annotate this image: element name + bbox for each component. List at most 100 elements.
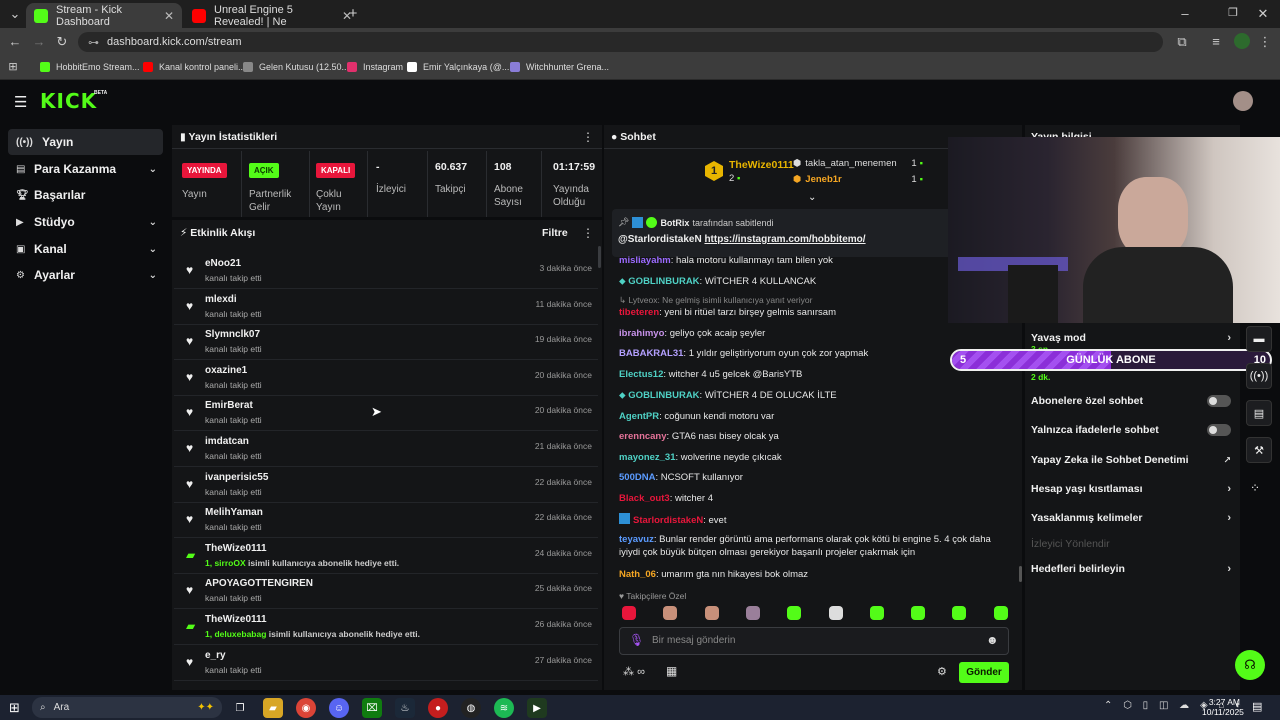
- bookmark-item[interactable]: Kanal kontrol paneli...: [143, 60, 246, 74]
- chat-username[interactable]: 500DNA: [619, 472, 655, 483]
- kick-emote-icon[interactable]: [993, 606, 1008, 620]
- close-icon[interactable]: ✕: [164, 9, 174, 23]
- chat-username[interactable]: Electus12: [619, 369, 663, 380]
- feed-username[interactable]: e_ry: [205, 650, 226, 661]
- kick-emote-icon[interactable]: [952, 606, 967, 620]
- steam-icon[interactable]: ♨: [395, 698, 415, 718]
- bookmark-item[interactable]: HobbitEmo Stream...: [40, 60, 140, 74]
- apps-grid-icon[interactable]: ⊞: [4, 60, 22, 73]
- sidebar-item-kanal[interactable]: ▣ Kanal ⌄: [8, 236, 163, 262]
- sidebar-item-para-kazanma[interactable]: ▤ Para Kazanma ⌄: [8, 156, 163, 182]
- chat-username[interactable]: GOBLINBURAK: [628, 276, 699, 287]
- cat-emote-icon[interactable]: [745, 606, 760, 620]
- face-emote-icon[interactable]: [663, 606, 678, 620]
- feed-username[interactable]: EmirBerat: [205, 400, 253, 411]
- pinned-link[interactable]: https://instagram.com/hobbitemo/: [704, 234, 865, 245]
- banned-words-row[interactable]: Yasaklanmış kelimeler ›: [1031, 510, 1231, 526]
- extensions-icon[interactable]: ⧉: [1173, 34, 1191, 50]
- emoji-icon[interactable]: ☻: [986, 633, 999, 647]
- store-icon[interactable]: ▦: [666, 664, 677, 678]
- sidebar-item-ayarlar[interactable]: ⚙ Ayarlar ⌄: [8, 262, 163, 288]
- chat-username[interactable]: Black_out3: [619, 493, 670, 504]
- chat-username[interactable]: Nath_06: [619, 569, 656, 580]
- tab-search-icon[interactable]: ⌄: [6, 6, 24, 22]
- back-icon[interactable]: ←: [6, 34, 24, 49]
- leaderboard-name[interactable]: takla_atan_menemen: [805, 158, 896, 169]
- windows-start-icon[interactable]: ⊞: [9, 700, 20, 716]
- expand-chevron-icon[interactable]: ⌄: [808, 192, 816, 203]
- feed-username[interactable]: ivanperisic55: [205, 472, 268, 483]
- subscriber-chat-toggle[interactable]: [1207, 395, 1231, 407]
- profile-avatar[interactable]: [1234, 33, 1250, 49]
- task-view-icon[interactable]: ❐: [230, 698, 250, 718]
- chat-username[interactable]: AgentPR: [619, 411, 659, 422]
- spotify-icon[interactable]: ≋: [494, 698, 514, 718]
- notification-icon[interactable]: ▤: [1252, 700, 1262, 713]
- broadcast-button[interactable]: ((•)): [1246, 363, 1272, 389]
- bookmark-item[interactable]: Instagram: [347, 60, 403, 74]
- feed-username[interactable]: APOYAGOTTENGIREN: [205, 578, 313, 589]
- tab-youtube[interactable]: Unreal Engine 5 Revealed! | Ne ✕: [184, 3, 360, 28]
- subscriber-chat-row[interactable]: Abonelere özel sohbet: [1031, 393, 1231, 409]
- feed-username[interactable]: eNoo21: [205, 258, 241, 269]
- url-field[interactable]: ⊶ dashboard.kick.com/stream: [78, 32, 1163, 52]
- chat-username[interactable]: tibeteren: [619, 307, 659, 318]
- chat-username[interactable]: mayonez_31: [619, 452, 676, 463]
- apps-icon[interactable]: ⁘: [1250, 481, 1260, 495]
- feed-username[interactable]: TheWize0111: [205, 543, 267, 554]
- feed-username[interactable]: mlexdi: [205, 294, 237, 305]
- reload-icon[interactable]: ↻: [53, 34, 71, 50]
- hamburger-menu-icon[interactable]: ☰: [14, 93, 27, 111]
- feed-scrollbar[interactable]: [598, 246, 601, 268]
- feed-username[interactable]: MelihYaman: [205, 507, 263, 518]
- bookmark-item[interactable]: Emir Yalçınkaya (@...: [407, 60, 509, 74]
- filter-button[interactable]: Filtre: [542, 227, 568, 239]
- ai-moderation-row[interactable]: Yapay Zeka ile Sohbet Denetimi ↗: [1031, 452, 1231, 468]
- reading-list-icon[interactable]: ≡: [1207, 34, 1225, 49]
- stats-menu-icon[interactable]: ⋮: [582, 130, 594, 144]
- chat-username[interactable]: BABAKRAL31: [619, 348, 683, 359]
- feed-username[interactable]: oxazine1: [205, 365, 247, 376]
- chrome-icon[interactable]: ◉: [296, 698, 316, 718]
- microphone-icon[interactable]: 🎙︎: [629, 633, 644, 647]
- kick-emote-icon[interactable]: [911, 606, 926, 620]
- chat-toggle-button[interactable]: ▬: [1246, 326, 1272, 352]
- feed-username[interactable]: Slymnclk07: [205, 329, 260, 340]
- chat-username[interactable]: ibrahimyo: [619, 328, 664, 339]
- kick-app-icon[interactable]: ▶: [527, 698, 547, 718]
- kick-emote-icon[interactable]: [869, 606, 884, 620]
- minimize-icon[interactable]: –: [1176, 6, 1194, 21]
- clock[interactable]: 3:27 AM 10/11/2025: [1202, 697, 1244, 717]
- feed-menu-icon[interactable]: ⋮: [582, 226, 594, 240]
- chat-username[interactable]: erenncany: [619, 431, 667, 442]
- chat-username[interactable]: misliayahm: [619, 255, 671, 266]
- goals-row[interactable]: Hedefleri belirleyin ›: [1031, 561, 1231, 577]
- face-emote-icon[interactable]: [704, 606, 719, 620]
- bookmark-item[interactable]: Witchhunter Grena...: [510, 60, 609, 74]
- account-age-row[interactable]: Hesap yaşı kısıtlaması ›: [1031, 481, 1231, 497]
- sidebar-item-basarilar[interactable]: 🏆︎ Başarılar: [8, 182, 163, 208]
- emote-only-toggle[interactable]: [1207, 424, 1231, 436]
- file-explorer-icon[interactable]: ▰: [263, 698, 283, 718]
- points-icon[interactable]: ⁂ ∞: [623, 665, 645, 678]
- new-tab-button[interactable]: +: [344, 5, 362, 22]
- avatar[interactable]: [1233, 91, 1253, 111]
- emote-only-row[interactable]: Yalnızca ifadelerle sohbet: [1031, 422, 1231, 438]
- site-info-icon[interactable]: ⊶: [88, 36, 99, 49]
- close-window-icon[interactable]: ✕: [1254, 6, 1272, 22]
- tab-kick-dashboard[interactable]: Stream - Kick Dashboard ✕: [26, 3, 182, 28]
- leaderboard-top-name[interactable]: TheWize0111: [729, 159, 794, 171]
- red-app-icon[interactable]: ●: [428, 698, 448, 718]
- taskbar-search[interactable]: ⌕ Ara ✦✦: [32, 697, 222, 718]
- slow-mode-row[interactable]: Yavaş mod ›: [1031, 330, 1231, 346]
- sidebar-item-yayin[interactable]: ((•)) Yayın: [8, 129, 163, 155]
- feed-username[interactable]: imdatcan: [205, 436, 249, 447]
- sidebar-item-studyo[interactable]: ▶ Stüdyo ⌄: [8, 209, 163, 235]
- support-headset-button[interactable]: ☊: [1235, 650, 1265, 680]
- feed-username[interactable]: TheWize0111: [205, 614, 267, 625]
- leaderboard-name[interactable]: Jeneb1r: [805, 174, 841, 185]
- skull-emote-icon[interactable]: [828, 606, 843, 620]
- chat-username[interactable]: GOBLINBURAK: [628, 390, 699, 401]
- chat-username[interactable]: teyavuz: [619, 534, 654, 545]
- bookmark-item[interactable]: Gelen Kutusu (12.50...: [243, 60, 349, 74]
